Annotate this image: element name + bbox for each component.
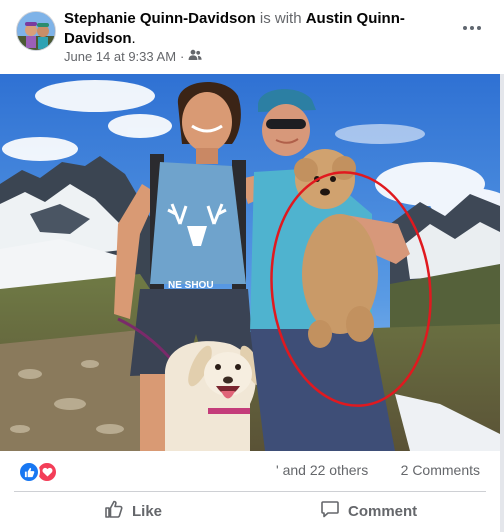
- reaction-icons[interactable]: [18, 461, 58, 483]
- more-dot-icon: [463, 26, 467, 30]
- friends-icon[interactable]: [188, 49, 202, 64]
- post-timestamp[interactable]: June 14 at 9:33 AM: [64, 49, 176, 64]
- avatar[interactable]: [16, 11, 56, 51]
- post-meta: June 14 at 9:33 AM ·: [64, 49, 202, 64]
- others-count: and 22 others: [282, 462, 369, 478]
- thumbs-up-icon: [104, 499, 124, 523]
- scrollbar-edge: [500, 0, 504, 532]
- comment-bubble-icon: [320, 499, 340, 523]
- like-button[interactable]: Like: [104, 494, 162, 528]
- with-text: is with: [259, 10, 302, 27]
- comments-count-link[interactable]: 2 Comments: [401, 462, 480, 478]
- reactions-others-text[interactable]: ' and 22 others: [276, 462, 368, 478]
- post-actions: Like Comment: [0, 494, 500, 528]
- more-options-button[interactable]: [458, 16, 486, 40]
- tagged-suffix: .: [131, 30, 136, 47]
- others-prefix: ': [276, 462, 279, 478]
- comment-button[interactable]: Comment: [320, 494, 417, 528]
- divider: [14, 491, 486, 492]
- like-label: Like: [132, 502, 163, 520]
- more-dot-icon: [477, 26, 481, 30]
- like-icon: [18, 461, 40, 483]
- meta-separator: ·: [180, 49, 185, 64]
- comment-label: Comment: [348, 502, 418, 520]
- post-photo[interactable]: NE SHOU: [0, 74, 500, 451]
- post-headline: Stephanie Quinn-Davidson is with Austin …: [64, 9, 434, 49]
- post-header: Stephanie Quinn-Davidson is with Austin …: [0, 0, 504, 74]
- author-name[interactable]: Stephanie Quinn-Davidson: [64, 10, 256, 27]
- reactions-summary: ' and 22 others 2 Comments: [0, 452, 500, 488]
- more-dot-icon: [470, 26, 474, 30]
